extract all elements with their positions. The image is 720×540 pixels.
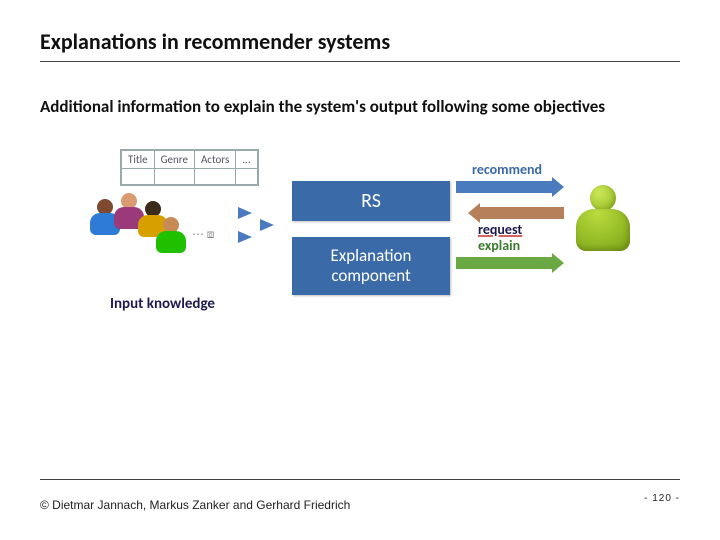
recommend-label: recommend	[472, 161, 542, 178]
explain-arrow-icon	[456, 257, 564, 269]
footer-copyright: © Dietmar Jannach, Markus Zanker and Ger…	[40, 498, 350, 512]
user-icon	[576, 185, 630, 259]
slide: Explanations in recommender systems Addi…	[0, 0, 720, 540]
explain-label: explain	[478, 237, 520, 254]
request-label: request	[478, 221, 522, 238]
table-header: Title	[122, 150, 155, 168]
users-group-icon	[90, 193, 190, 263]
recommend-arrow-icon	[456, 181, 564, 193]
rs-panel: RS	[292, 181, 450, 221]
arrow-icon	[238, 207, 252, 219]
table-header: ...	[236, 150, 257, 168]
table-header: Genre	[154, 150, 194, 168]
input-knowledge-label: Input knowledge	[110, 295, 215, 313]
diagram: Title Genre Actors ... ⋯ ⧈ RS Explanatio…	[80, 149, 640, 349]
page-number: - 120 -	[644, 493, 680, 504]
subtitle: Additional information to explain the sy…	[40, 96, 680, 119]
page-title: Explanations in recommender systems	[40, 28, 680, 55]
explanation-panel: Explanation component	[292, 237, 450, 295]
request-arrow-icon	[468, 207, 564, 219]
arrow-icon	[238, 231, 252, 243]
arrow-icon	[260, 219, 274, 231]
title-rule	[40, 61, 680, 62]
footer-rule	[40, 479, 680, 480]
table-header: Actors	[194, 150, 235, 168]
input-table: Title Genre Actors ...	[120, 149, 259, 186]
misc-input-icon: ⋯ ⧈	[192, 227, 214, 242]
